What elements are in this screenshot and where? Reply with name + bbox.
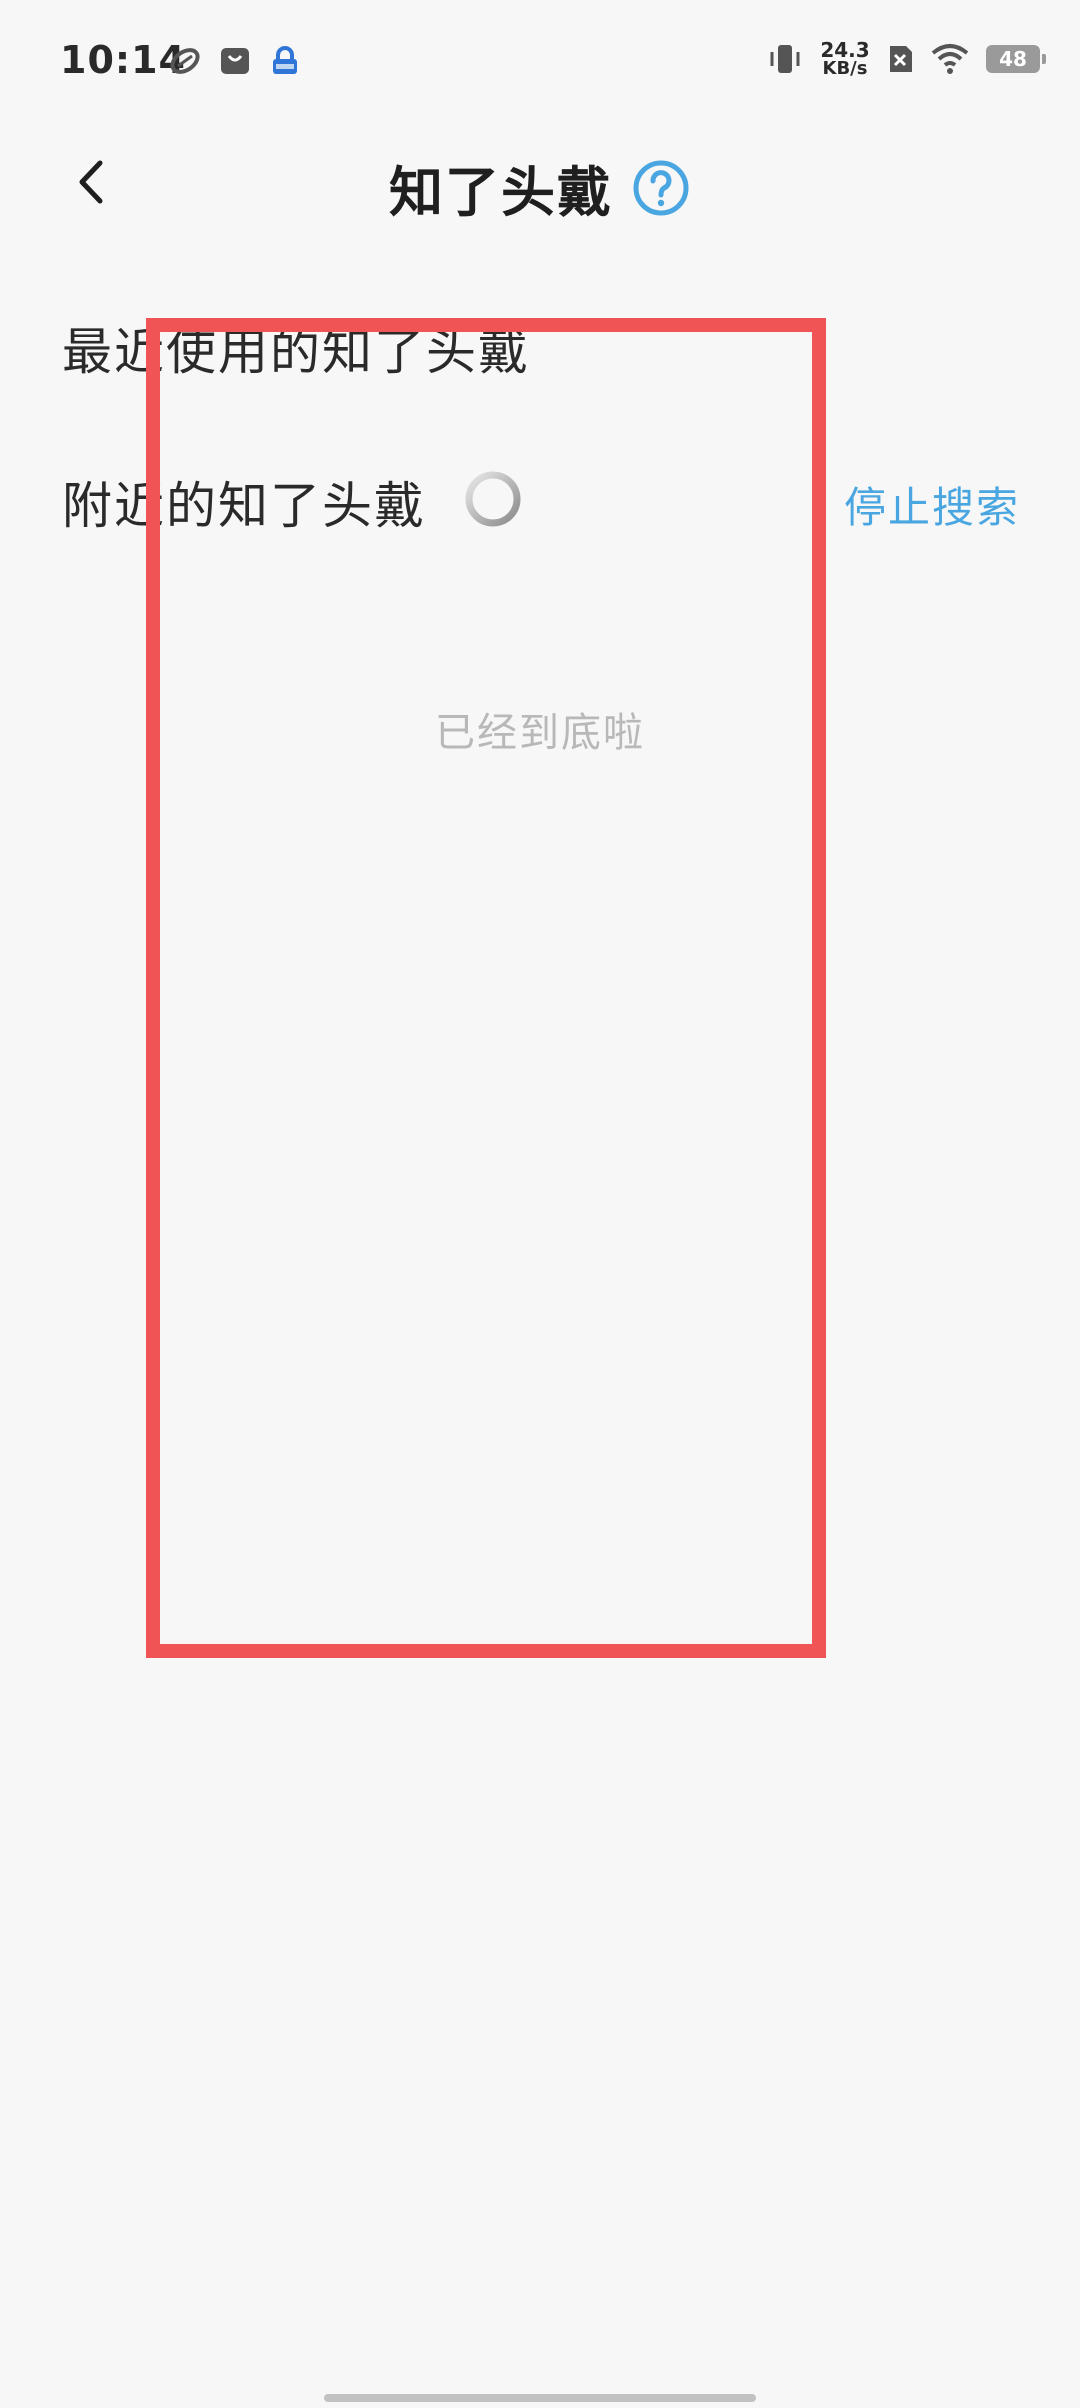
- question-circle-icon[interactable]: [631, 158, 691, 218]
- status-bar: 10:14 24.3 KB/s 48: [0, 0, 1080, 130]
- network-speed-value: 24.3: [820, 38, 870, 62]
- security-lock-icon: [273, 46, 297, 74]
- shopping-bag-icon: [221, 48, 249, 74]
- home-gesture-bar[interactable]: [324, 2394, 756, 2402]
- vibrate-icon: [770, 45, 800, 73]
- status-left-icons: [168, 44, 302, 78]
- screen: 10:14 24.3 KB/s 48 知了头戴 最近使用的知了头戴 附近的知了头…: [0, 0, 1080, 2408]
- stop-search-button[interactable]: 停止搜索: [844, 474, 1020, 535]
- nearby-devices-row: 附近的知了头戴 停止搜索: [62, 466, 1020, 536]
- title-wrap: 知了头戴: [0, 148, 1080, 227]
- nearby-devices-title: 附近的知了头戴: [62, 477, 426, 535]
- wifi-icon: [931, 44, 969, 74]
- network-speed-unit: KB/s: [822, 58, 868, 79]
- loading-spinner-icon: [465, 471, 521, 527]
- end-of-list-text: 已经到底啦: [435, 710, 645, 756]
- rugby-ball-icon: [170, 48, 200, 74]
- page-title: 知了头戴: [389, 161, 613, 224]
- status-right-icons: 24.3 KB/s 48: [766, 40, 1046, 78]
- battery-indicator: 48: [986, 45, 1046, 73]
- network-speed: 24.3 KB/s: [820, 40, 870, 78]
- recent-devices-title: 最近使用的知了头戴: [62, 323, 530, 381]
- header: 知了头戴: [0, 130, 1080, 240]
- no-sim-icon: [890, 46, 912, 72]
